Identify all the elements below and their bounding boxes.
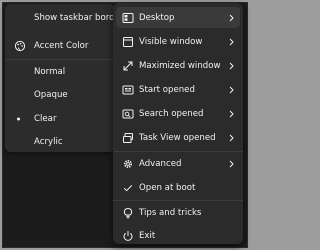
menu-separator <box>113 200 243 201</box>
menu-item-maximized-window[interactable]: Maximized window <box>116 55 240 76</box>
chevron-right-icon <box>228 38 235 46</box>
submenu-item-acrylic[interactable]: Acrylic <box>8 131 112 152</box>
submenu-item-accent-color[interactable]: Accent Color <box>8 35 112 56</box>
menu-item-visible-window[interactable]: Visible window <box>116 31 240 52</box>
menu-item-search-opened[interactable]: Search opened <box>116 103 240 124</box>
search-icon <box>122 108 134 120</box>
menu-item-advanced[interactable]: Advanced <box>116 153 240 174</box>
menu-item-task-view-opened[interactable]: Task View opened <box>116 127 240 148</box>
submenu-item-show-taskbar-border[interactable]: Show taskbar border <box>8 7 123 28</box>
window-icon <box>122 36 134 48</box>
lightbulb-icon <box>122 207 134 219</box>
start-icon <box>122 84 134 96</box>
submenu-item-label: Show taskbar border <box>34 12 124 23</box>
menu-item-label: Search opened <box>139 108 204 119</box>
submenu-separator <box>5 59 115 60</box>
menu-item-label: Start opened <box>139 84 195 95</box>
submenu-item-label: Accent Color <box>34 40 89 51</box>
task-view-icon <box>122 132 134 144</box>
palette-icon <box>14 40 26 52</box>
chevron-right-icon <box>228 110 235 118</box>
submenu-item-label: Opaque <box>34 89 68 100</box>
menu-item-tips-and-tricks[interactable]: Tips and tricks <box>116 202 240 223</box>
chevron-right-icon <box>228 134 235 142</box>
menu-item-exit[interactable]: Exit <box>116 225 240 246</box>
chevron-right-icon <box>228 160 235 168</box>
submenu-item-clear[interactable]: Clear <box>8 108 112 129</box>
gear-icon <box>122 158 134 170</box>
desktop-icon <box>122 12 134 24</box>
chevron-right-icon <box>228 86 235 94</box>
submenu-item-label: Clear <box>34 113 57 124</box>
context-menu: Desktop Visible window Maximized window … <box>113 3 243 244</box>
bullet-icon <box>17 117 20 120</box>
menu-item-label: Open at boot <box>139 182 196 193</box>
menu-separator <box>113 151 243 152</box>
checkmark-icon <box>122 182 134 194</box>
menu-item-label: Tips and tricks <box>139 207 202 218</box>
menu-item-desktop[interactable]: Desktop <box>116 7 240 28</box>
maximize-icon <box>122 60 134 72</box>
menu-item-start-opened[interactable]: Start opened <box>116 79 240 100</box>
submenu-item-opaque[interactable]: Opaque <box>8 84 112 105</box>
chevron-right-icon <box>228 62 235 70</box>
menu-item-label: Desktop <box>139 12 175 23</box>
desktop-submenu: Show taskbar border Accent Color Normal … <box>5 4 123 152</box>
menu-item-label: Advanced <box>139 158 182 169</box>
menu-item-open-at-boot[interactable]: Open at boot <box>116 177 240 198</box>
menu-item-label: Maximized window <box>139 60 221 71</box>
power-icon <box>122 230 134 242</box>
menu-item-label: Visible window <box>139 36 203 47</box>
submenu-item-label: Normal <box>34 66 66 77</box>
menu-item-label: Task View opened <box>139 132 216 143</box>
menu-item-label: Exit <box>139 230 156 241</box>
chevron-right-icon <box>228 14 235 22</box>
submenu-item-normal[interactable]: Normal <box>8 61 112 82</box>
submenu-item-label: Acrylic <box>34 136 63 147</box>
